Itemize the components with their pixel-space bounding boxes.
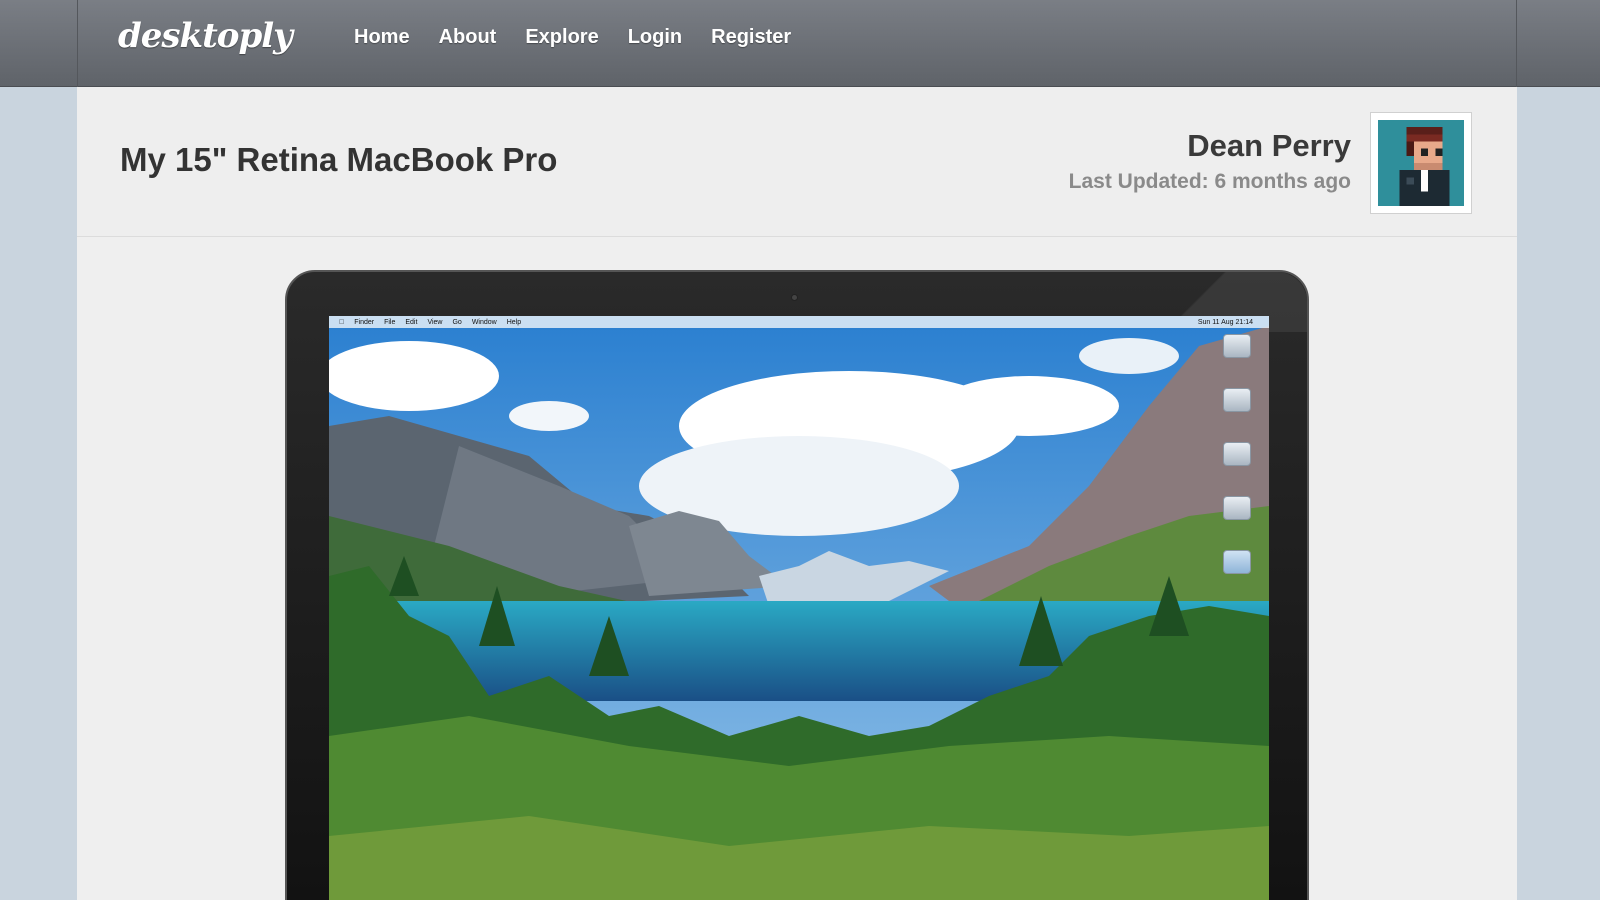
menubar-item: Finder — [349, 318, 374, 326]
menubar-item: Window — [466, 318, 497, 326]
menubar-clock: Sun 11 Aug 21:14 — [1197, 318, 1253, 326]
apple-menu-icon:  — [339, 319, 344, 326]
laptop-frame:  Finder File Edit View Go Window Help S… — [285, 270, 1309, 900]
network-drive-icon — [1223, 496, 1251, 520]
avatar-image — [1378, 120, 1464, 206]
topbar-inner: desktoply Home About Explore Login Regis… — [77, 0, 1517, 87]
folder-icon — [1223, 550, 1251, 574]
menubar-item: Help — [501, 318, 521, 326]
desktop-header: My 15" Retina MacBook Pro Dean Perry Las… — [77, 87, 1517, 237]
network-drive-icon — [1223, 442, 1251, 466]
avatar[interactable] — [1370, 112, 1472, 214]
menubar-item: Go — [447, 318, 461, 326]
page-container: My 15" Retina MacBook Pro Dean Perry Las… — [77, 87, 1517, 900]
site-logo[interactable]: desktoply — [118, 16, 293, 56]
menubar-item: View — [422, 318, 442, 326]
top-navigation-bar: desktoply Home About Explore Login Regis… — [0, 0, 1600, 87]
menubar-item: Edit — [400, 318, 417, 326]
desktop-screenshot[interactable]:  Finder File Edit View Go Window Help S… — [329, 316, 1269, 900]
desktop-icons — [1219, 334, 1255, 604]
menubar-item: File — [378, 318, 395, 326]
nav-link-home[interactable]: Home — [354, 26, 410, 49]
network-drive-icon — [1223, 388, 1251, 412]
nav-link-explore[interactable]: Explore — [525, 26, 598, 49]
author-info: Dean Perry Last Updated: 6 months ago — [1069, 128, 1351, 194]
mac-menubar:  Finder File Edit View Go Window Help S… — [329, 316, 1269, 328]
author-name[interactable]: Dean Perry — [1069, 128, 1351, 164]
page-title: My 15" Retina MacBook Pro — [120, 141, 558, 178]
nav-link-about[interactable]: About — [439, 26, 497, 49]
wallpaper-image — [329, 316, 1269, 900]
main-nav: Home About Explore Login Register — [354, 26, 820, 49]
last-updated-text: Last Updated: 6 months ago — [1068, 170, 1351, 193]
hard-drive-icon — [1223, 334, 1251, 358]
nav-link-login[interactable]: Login — [628, 26, 682, 49]
camera-dot — [791, 294, 798, 301]
nav-link-register[interactable]: Register — [711, 26, 791, 49]
